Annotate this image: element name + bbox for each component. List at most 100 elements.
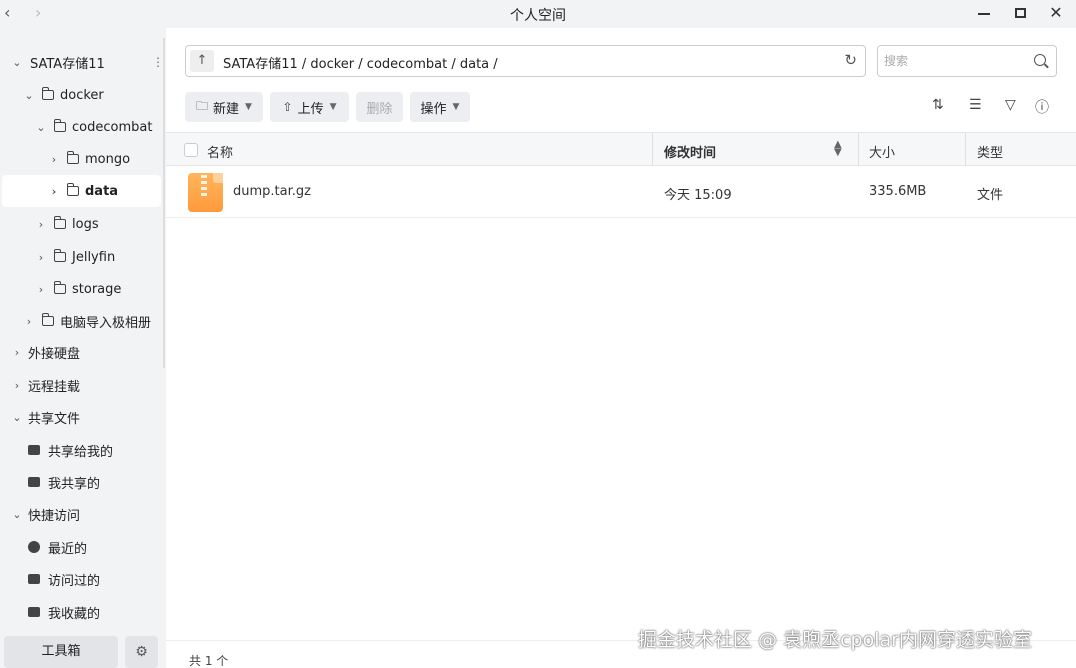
sidebar-item-favorites[interactable]: 我收藏的 <box>28 596 100 628</box>
more-icon[interactable]: ⋮ <box>152 55 164 69</box>
sort-icon[interactable]: ▲ ▼ <box>834 140 842 158</box>
maximize-icon <box>1014 8 1026 18</box>
delete-button[interactable]: 删除 <box>356 92 403 122</box>
tree-item-label: SATA存储11 <box>30 56 105 72</box>
chevron-right-icon[interactable]: › <box>47 185 61 198</box>
chevron-right-icon[interactable]: › <box>34 218 48 231</box>
tree-item-logs[interactable]: › logs <box>34 208 99 240</box>
refresh-icon[interactable]: ↻ <box>844 51 857 69</box>
tree-item-storage[interactable]: › storage <box>34 273 121 305</box>
tree-item-label: storage <box>72 281 122 297</box>
sidebar-item-label: 我共享的 <box>48 476 101 492</box>
tree-item-photo-import[interactable]: › 电脑导入极相册 <box>22 305 151 337</box>
sidebar-item-label: 共享给我的 <box>48 444 114 460</box>
column-header-size[interactable]: 大小 <box>869 142 895 161</box>
chevron-right-icon[interactable]: › <box>10 379 24 392</box>
chevron-right-icon[interactable]: › <box>34 283 48 296</box>
search-input[interactable] <box>884 52 1024 70</box>
clock-icon <box>28 541 40 553</box>
tree-item-data[interactable]: › data <box>2 175 161 207</box>
chevron-down-icon[interactable]: ⌄ <box>22 89 36 102</box>
file-size: 335.6MB <box>869 184 927 199</box>
table-header: 名称 修改时间 ▲ ▼ 大小 类型 <box>166 132 1076 166</box>
search-icon[interactable] <box>1034 54 1046 66</box>
column-divider[interactable] <box>965 133 966 166</box>
sidebar-scrollbar[interactable] <box>163 38 165 368</box>
chevron-right-icon[interactable]: › <box>47 153 61 166</box>
new-button-label: 新建 <box>213 101 240 117</box>
chevron-down-icon[interactable]: ⌄ <box>34 121 48 134</box>
tree-item-label: docker <box>60 87 104 103</box>
tree-item-sata[interactable]: ⌄ SATA存储11 ⋮ <box>10 46 164 78</box>
tree-item-jellyfin[interactable]: › Jellyfin <box>34 241 115 273</box>
up-arrow-icon[interactable]: ↑ <box>190 50 214 72</box>
minimize-button[interactable] <box>972 3 996 25</box>
zipper-icon <box>201 175 207 197</box>
chevron-right-icon[interactable]: › <box>22 315 36 328</box>
column-header-modified[interactable]: 修改时间 <box>664 142 716 161</box>
sidebar-item-shared-to-me[interactable]: 共享给我的 <box>28 434 113 466</box>
sidebar: ⌄ SATA存储11 ⋮ ⌄ docker ⌄ codecombat › mon… <box>0 28 166 668</box>
upload-icon: ⇧ <box>282 100 293 114</box>
main-panel: ↑ SATA存储11 / docker / codecombat / data … <box>166 28 1076 668</box>
file-modified: 今天 15:09 <box>664 188 732 203</box>
share-outbox-icon <box>28 477 40 487</box>
sidebar-item-label: 我收藏的 <box>48 606 101 622</box>
sidebar-item-shared-files[interactable]: ⌄ 共享文件 <box>10 401 80 433</box>
table-row[interactable]: dump.tar.gz 今天 15:09 335.6MB 文件 <box>166 166 1076 218</box>
chevron-down-icon[interactable]: ⌄ <box>10 508 24 521</box>
chevron-down-icon[interactable]: ⌄ <box>10 411 24 424</box>
sidebar-item-quick-access[interactable]: ⌄ 快捷访问 <box>10 498 80 530</box>
tree-item-label: Jellyfin <box>72 249 116 265</box>
sort-order-icon[interactable]: ⇅ <box>932 97 944 113</box>
chevron-right-icon[interactable]: › <box>34 251 48 264</box>
gear-icon: ⚙ <box>135 644 148 660</box>
tree-item-docker[interactable]: ⌄ docker <box>22 79 104 111</box>
column-divider[interactable] <box>652 133 653 166</box>
select-all-checkbox[interactable] <box>184 143 198 157</box>
column-header-name[interactable]: 名称 <box>207 142 233 161</box>
sidebar-item-remote-mount[interactable]: › 远程挂载 <box>10 369 80 401</box>
share-inbox-icon <box>28 445 40 455</box>
upload-button[interactable]: ⇧ 上传 ▼ <box>270 92 349 122</box>
tree-item-mongo[interactable]: › mongo <box>47 143 130 175</box>
sidebar-item-recent[interactable]: 最近的 <box>28 531 87 563</box>
actions-button[interactable]: 操作 ▼ <box>410 92 470 122</box>
folder-icon <box>53 281 66 294</box>
column-divider[interactable] <box>858 133 859 166</box>
sidebar-item-visited[interactable]: 访问过的 <box>28 563 100 595</box>
zip-file-icon <box>188 173 223 212</box>
path-bar[interactable]: ↑ SATA存储11 / docker / codecombat / data … <box>185 45 866 77</box>
list-view-icon[interactable]: ☰ <box>969 97 982 113</box>
tree-item-label: mongo <box>85 151 131 167</box>
sidebar-item-my-shared[interactable]: 我共享的 <box>28 466 100 498</box>
search-box[interactable] <box>877 45 1057 77</box>
folder-icon <box>53 119 66 132</box>
settings-button[interactable]: ⚙ <box>125 636 158 668</box>
file-type: 文件 <box>977 188 1004 203</box>
upload-button-label: 上传 <box>297 101 324 117</box>
chevron-down-icon: ▼ <box>245 102 252 112</box>
maximize-button[interactable] <box>1008 3 1032 25</box>
chevron-right-icon[interactable]: › <box>10 346 24 359</box>
sidebar-item-label: 远程挂载 <box>28 379 81 395</box>
chevron-down-icon[interactable]: ⌄ <box>10 56 24 69</box>
file-name[interactable]: dump.tar.gz <box>233 184 311 199</box>
new-button[interactable]: 🗀 新建 ▼ <box>185 92 263 122</box>
sidebar-item-label: 访问过的 <box>48 573 101 589</box>
folder-visited-icon <box>28 574 40 584</box>
sidebar-item-external-drive[interactable]: › 外接硬盘 <box>10 336 80 368</box>
tree-item-codecombat[interactable]: ⌄ codecombat <box>34 111 152 143</box>
minimize-icon <box>978 13 990 15</box>
toolbox-button[interactable]: 工具箱 <box>4 636 118 668</box>
tree-item-label: data <box>85 183 119 199</box>
close-button[interactable]: ✕ <box>1044 3 1068 25</box>
actions-button-label: 操作 <box>420 101 447 117</box>
filter-icon[interactable]: ▽ <box>1005 97 1016 113</box>
folder-plus-icon: 🗀 <box>196 98 209 113</box>
star-folder-icon <box>28 607 40 617</box>
folder-icon <box>53 249 66 262</box>
info-icon[interactable]: ⓘ <box>1035 97 1049 117</box>
column-header-type[interactable]: 类型 <box>977 142 1003 161</box>
item-count: 共 1 个 <box>189 654 229 668</box>
